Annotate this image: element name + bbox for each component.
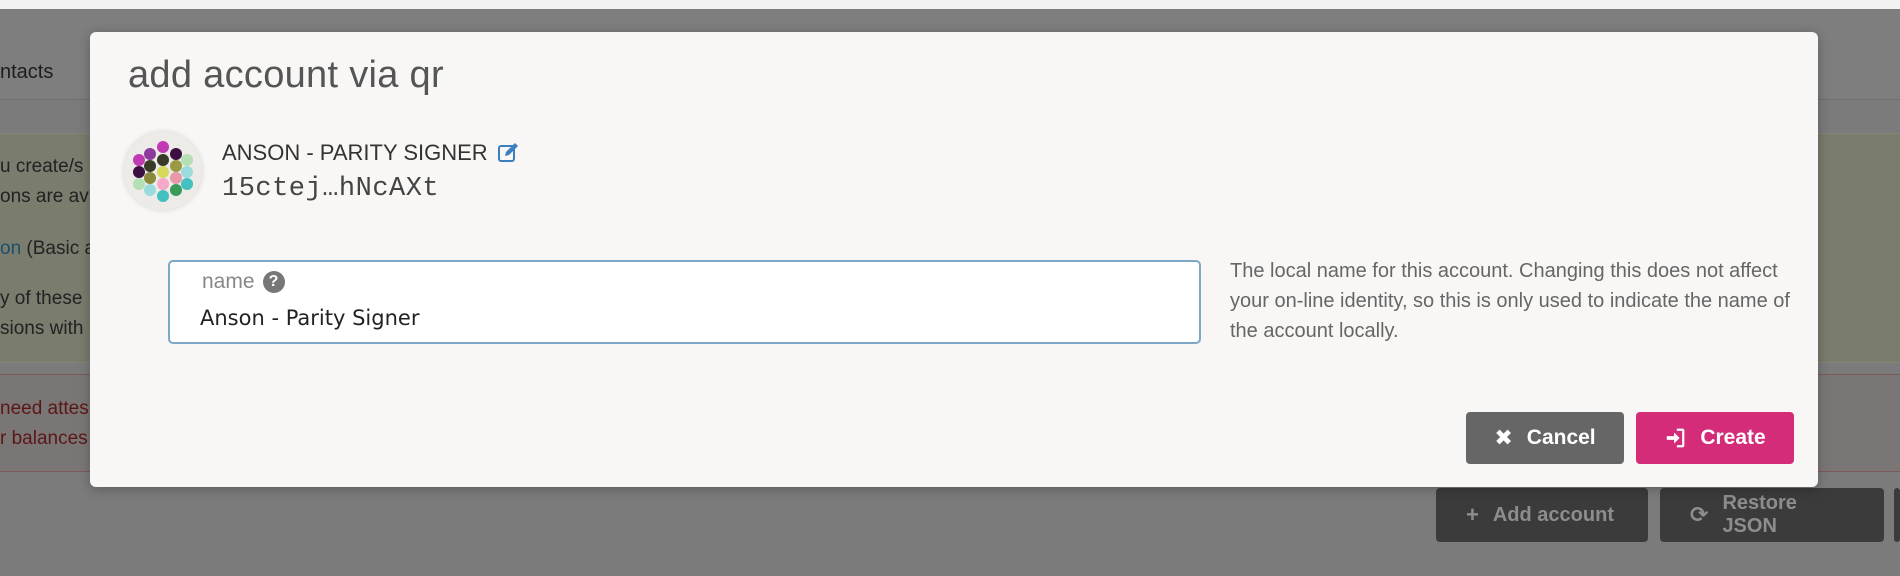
add-account-label: Add account [1492, 503, 1614, 526]
sign-in-icon [1667, 428, 1685, 448]
cancel-label: Cancel [1526, 426, 1596, 449]
plus-icon: + [1466, 502, 1479, 527]
name-field[interactable]: name ? [168, 260, 1201, 344]
add-account-modal: add account via qr ANSON - PARITY SIGNER… [90, 32, 1818, 487]
notice-line: y of these [0, 288, 83, 309]
create-button[interactable]: Create [1636, 412, 1794, 464]
top-line [0, 0, 1900, 9]
sync-icon: ⟳ [1690, 502, 1709, 527]
account-identicon [124, 132, 202, 210]
question-circle-icon[interactable]: ? [262, 271, 285, 293]
app-page: ntacts u create/s ons are av on (Basic a… [0, 0, 1900, 576]
create-label: Create [1700, 426, 1766, 449]
name-input[interactable] [200, 302, 1150, 334]
notice-line: on (Basic a [0, 238, 95, 260]
x-icon: ✖ [1494, 425, 1513, 450]
account-name: ANSON - PARITY SIGNER [222, 140, 488, 165]
notice-line: sions with [0, 318, 84, 339]
warning-line: r balances [0, 428, 88, 449]
cancel-button[interactable]: ✖ Cancel [1466, 412, 1624, 464]
overflow-button[interactable] [1894, 488, 1900, 542]
notice-line-text: (Basic a [26, 238, 96, 259]
edit-icon[interactable] [496, 141, 520, 165]
add-account-button[interactable]: + Add account [1436, 488, 1648, 542]
notice-link[interactable]: on [0, 238, 21, 259]
name-field-label: name [202, 270, 255, 293]
name-field-help: The local name for this account. Changin… [1230, 260, 1790, 342]
restore-json-label: Restore JSON [1722, 492, 1797, 537]
account-name-row: ANSON - PARITY SIGNER [222, 140, 520, 166]
modal-title: add account via qr [128, 54, 444, 96]
name-field-label-row: name ? [202, 270, 285, 294]
warning-line: need attes [0, 398, 89, 419]
notice-line: u create/s [0, 156, 84, 177]
notice-line: ons are av [0, 186, 89, 207]
account-address: 15ctej…hNcAXt [222, 174, 440, 204]
identicon-icon [133, 141, 193, 202]
tab-contacts: ntacts [0, 61, 54, 83]
restore-json-button[interactable]: ⟳ Restore JSON [1660, 488, 1884, 542]
